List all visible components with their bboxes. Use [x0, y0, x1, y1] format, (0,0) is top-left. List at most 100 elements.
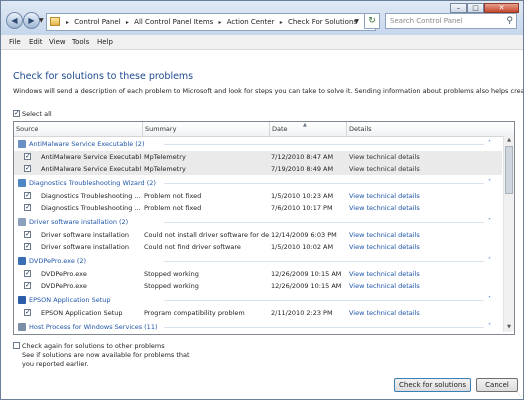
application-icon	[18, 257, 26, 265]
breadcrumb-check-for-solutions[interactable]: Check For Solutions	[288, 14, 357, 30]
view-technical-details-link[interactable]: View technical details	[349, 190, 449, 202]
column-divider[interactable]	[346, 122, 347, 136]
view-technical-details-link[interactable]: View technical details	[349, 307, 449, 319]
breadcrumb-separator: ▸	[279, 19, 283, 26]
group-title[interactable]: Diagnostics Troubleshooting Wizard (2)	[29, 177, 156, 189]
row-checkbox[interactable]: ✓	[24, 153, 31, 160]
refresh-icon[interactable]: ↻	[364, 13, 380, 29]
menu-help[interactable]: Help	[97, 35, 113, 49]
view-technical-details-link[interactable]: View technical details	[349, 280, 449, 292]
row-summary: Problem not fixed	[144, 204, 202, 212]
column-date[interactable]: Date	[272, 122, 288, 136]
back-button[interactable]: ◀	[6, 12, 23, 29]
address-bar[interactable]: ▸ Control Panel ▸ All Control Panel Item…	[46, 13, 376, 31]
view-technical-details-link[interactable]: View technical details	[349, 151, 449, 163]
check-for-solutions-button[interactable]: Check for solutions	[394, 378, 471, 392]
group-header[interactable]: DVDPePro.exe (2) ˄	[14, 255, 502, 267]
view-technical-details-link[interactable]: View technical details	[349, 229, 449, 241]
row-date: 12/14/2009 6:03 PM	[271, 231, 337, 239]
column-divider[interactable]	[269, 122, 270, 136]
search-icon[interactable]: ⚲	[506, 15, 513, 27]
row-date: 12/26/2009 10:15 AM	[271, 270, 342, 278]
group-title[interactable]: Host Process for Windows Services (11)	[29, 321, 158, 333]
breadcrumb-action-center[interactable]: Action Center	[227, 14, 275, 30]
table-row[interactable]: ✓ AntiMalware Service Executable MpTelemet…	[14, 151, 502, 163]
collapse-chevron-icon[interactable]: ˄	[488, 216, 491, 228]
forward-button[interactable]: ▶	[23, 12, 40, 29]
group-divider	[164, 144, 484, 145]
collapse-chevron-icon[interactable]: ˄	[488, 255, 491, 267]
table-row[interactable]: ✓ Driver software installation Could not f…	[14, 241, 502, 253]
column-divider[interactable]	[142, 122, 143, 136]
resize-grip-icon[interactable]: ⋱	[516, 391, 522, 398]
breadcrumb-control-panel[interactable]: Control Panel	[74, 14, 120, 30]
row-checkbox[interactable]: ✓	[24, 282, 31, 289]
group-header[interactable]: EPSON Application Setup ˄	[14, 294, 502, 306]
close-button[interactable]: ✕	[484, 3, 519, 13]
group-header[interactable]: Driver software installation (2) ˄	[14, 216, 502, 228]
check-again-checkbox[interactable]	[13, 342, 20, 349]
application-icon	[18, 296, 26, 304]
scroll-down-icon[interactable]: ▼	[504, 323, 514, 332]
table-row[interactable]: ✓ EPSON Application Setup Program compatib…	[14, 307, 502, 319]
select-all-checkbox[interactable]: ✓	[13, 110, 20, 117]
collapse-chevron-icon[interactable]: ˄	[488, 138, 491, 150]
column-source[interactable]: Source	[16, 122, 38, 136]
table-row[interactable]: ✓ DVDPePro.exe Stopped working 12/26/2009 1…	[14, 280, 502, 292]
row-date: 1/5/2010 10:02 AM	[271, 243, 334, 251]
view-technical-details-link[interactable]: View technical details	[349, 241, 449, 253]
menu-tools[interactable]: Tools	[72, 35, 89, 49]
table-row[interactable]: ✓ DVDPePro.exe Stopped working 12/26/2009 1…	[14, 268, 502, 280]
group-title[interactable]: EPSON Application Setup	[29, 294, 111, 306]
menu-file[interactable]: File	[9, 35, 21, 49]
table-row[interactable]: ✓ Diagnostics Troubleshooting ... Problem …	[14, 202, 502, 214]
maximize-button[interactable]: □	[467, 3, 484, 13]
scroll-up-icon[interactable]: ▲	[504, 136, 514, 145]
column-summary[interactable]: Summary	[145, 122, 176, 136]
group-header[interactable]: Host Process for Windows Services (11) ˄	[14, 321, 502, 333]
row-checkbox[interactable]: ✓	[24, 270, 31, 277]
collapse-chevron-icon[interactable]: ˄	[488, 321, 491, 333]
view-technical-details-link[interactable]: View technical details	[349, 163, 449, 175]
collapse-chevron-icon[interactable]: ˄	[488, 294, 491, 306]
group-divider	[164, 261, 484, 262]
collapse-chevron-icon[interactable]: ˄	[488, 177, 491, 189]
row-checkbox[interactable]: ✓	[24, 165, 31, 172]
view-technical-details-link[interactable]: View technical details	[349, 268, 449, 280]
group-title[interactable]: Driver software installation (2)	[29, 216, 128, 228]
application-icon	[18, 179, 26, 187]
menu-view[interactable]: View	[49, 35, 66, 49]
view-technical-details-link[interactable]: View technical details	[349, 334, 449, 335]
row-checkbox[interactable]: ✓	[24, 192, 31, 199]
row-summary: MpTelemetry	[144, 165, 186, 173]
row-checkbox[interactable]: ✓	[24, 243, 31, 250]
table-row[interactable]: ✓ AntiMalware Service Executable MpTelemet…	[14, 163, 502, 175]
group-header[interactable]: AntiMalware Service Executable (2) ˄	[14, 138, 502, 150]
group-title[interactable]: AntiMalware Service Executable (2)	[29, 138, 144, 150]
view-technical-details-link[interactable]: View technical details	[349, 202, 449, 214]
row-checkbox[interactable]: ✓	[24, 204, 31, 211]
cancel-button[interactable]: Cancel	[476, 378, 518, 392]
row-summary: Problem not fixed	[144, 192, 202, 200]
row-summary: Program compatibility problem	[144, 309, 245, 317]
menu-edit[interactable]: Edit	[29, 35, 43, 49]
group-header[interactable]: Diagnostics Troubleshooting Wizard (2) ˄	[14, 177, 502, 189]
minimize-button[interactable]: –	[450, 3, 467, 13]
group-divider	[164, 183, 484, 184]
vertical-scrollbar[interactable]: ▲ ▼	[503, 136, 514, 332]
scrollbar-thumb[interactable]	[505, 146, 513, 194]
search-input[interactable]: Search Control Panel ⚲	[385, 13, 517, 29]
table-row[interactable]: ✓ Diagnostics Troubleshooting ... Problem …	[14, 190, 502, 202]
group-title[interactable]: DVDPePro.exe (2)	[29, 255, 86, 267]
table-row[interactable]: ✓Host Process for Windows Serv...Windows…	[14, 334, 502, 335]
row-checkbox[interactable]: ✓	[24, 309, 31, 316]
row-summary: Could not find driver software	[144, 243, 241, 251]
recent-pages-dropdown[interactable]: ▼	[39, 17, 44, 24]
address-dropdown-icon[interactable]: ▼	[354, 14, 359, 30]
page-description: Windows will send a description of each …	[13, 87, 524, 95]
breadcrumb-all-items[interactable]: All Control Panel Items	[134, 14, 213, 30]
table-row[interactable]: ✓ Driver software installation Could not i…	[14, 229, 502, 241]
row-checkbox[interactable]: ✓	[24, 231, 31, 238]
column-details[interactable]: Details	[349, 122, 372, 136]
title-bar: ◀ ▶ ▼ ▸ Control Panel ▸ All Control Pane…	[1, 1, 523, 35]
